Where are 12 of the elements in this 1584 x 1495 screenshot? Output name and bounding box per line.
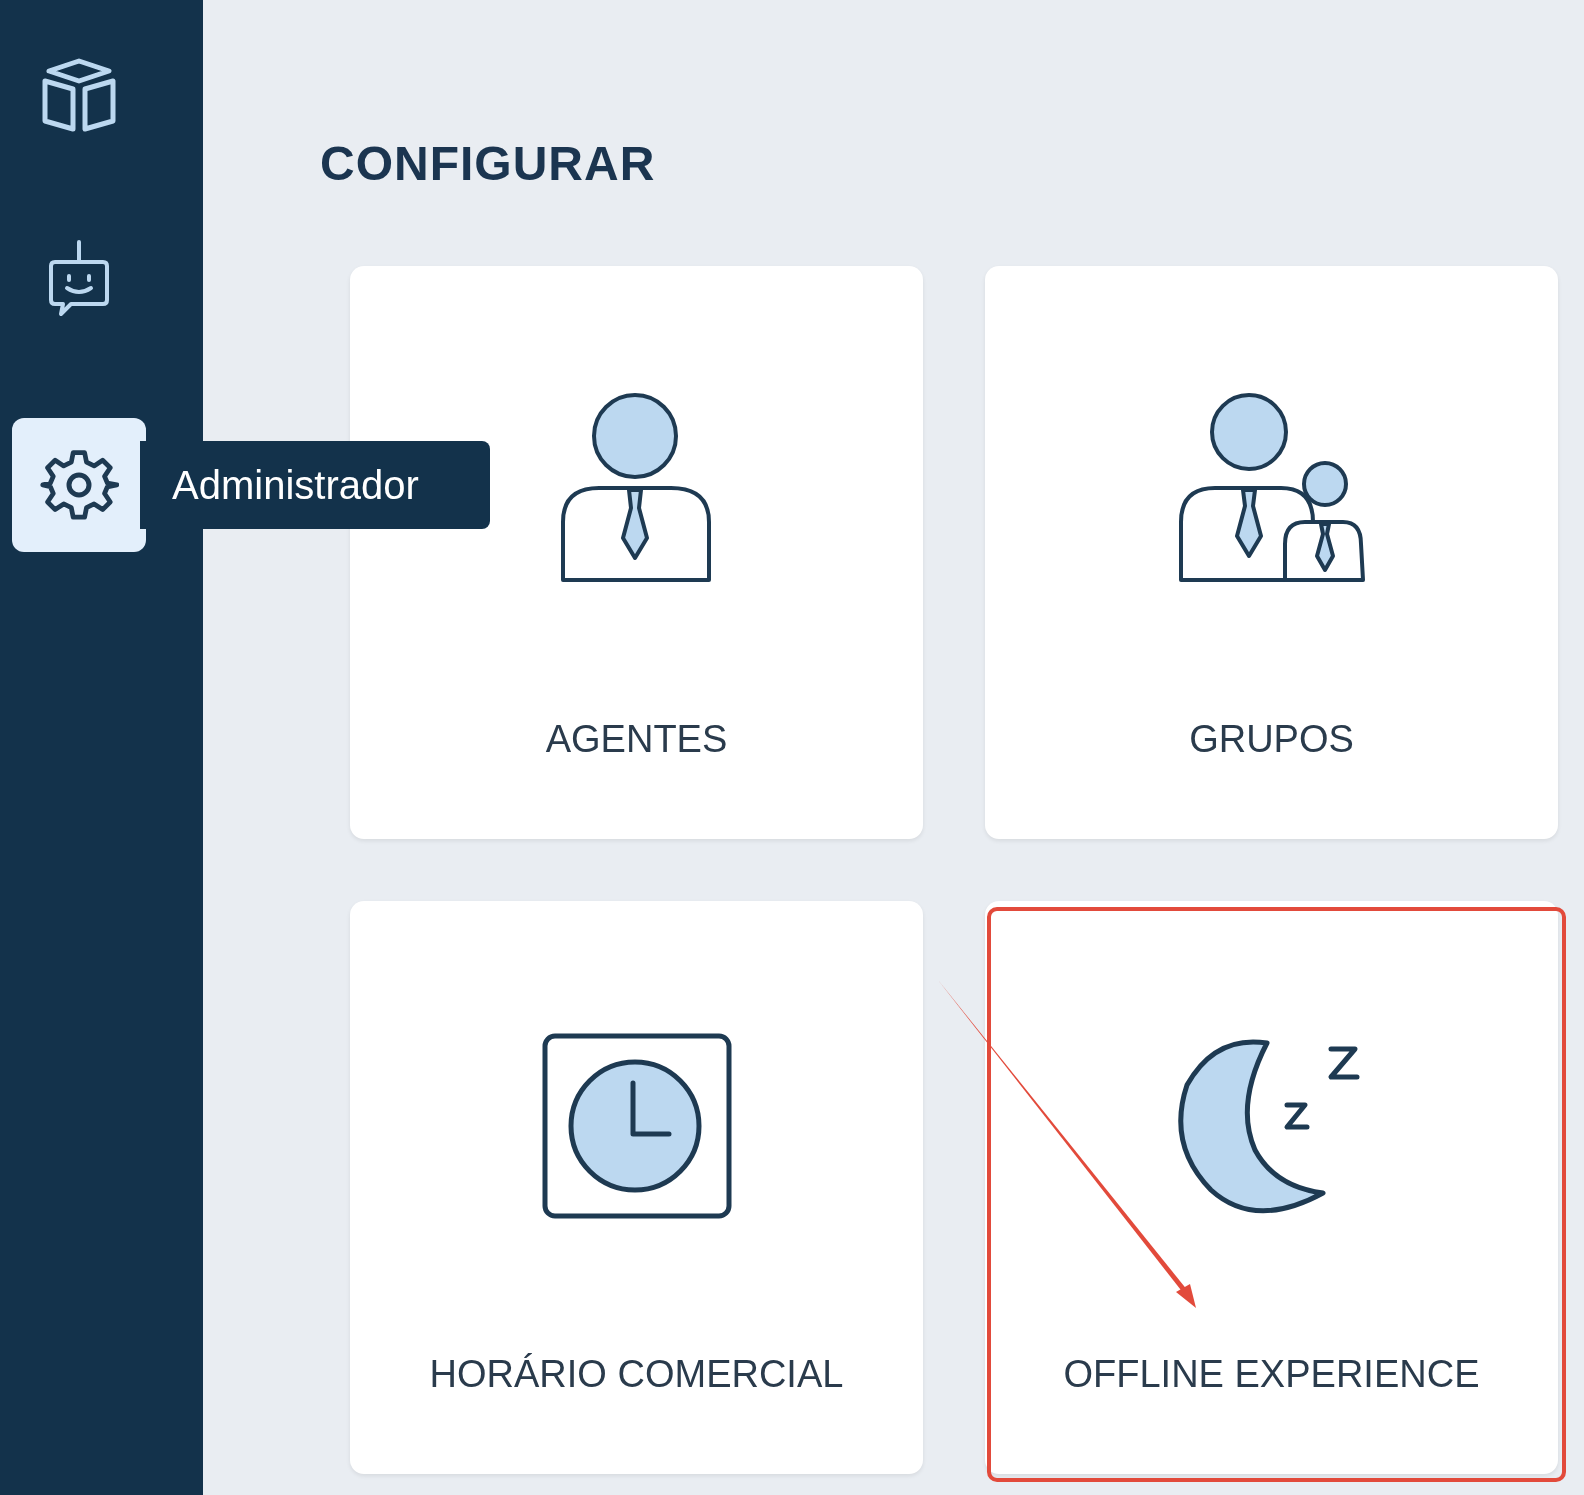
card-label: HORÁRIO COMERCIAL <box>429 1353 844 1396</box>
page-title: CONFIGURAR <box>320 136 657 191</box>
sidebar-item[interactable] <box>12 418 146 552</box>
card-label: AGENTES <box>545 718 728 761</box>
chatbot-icon <box>47 238 111 318</box>
settings-card[interactable]: GRUPOS <box>985 266 1558 839</box>
clock-icon <box>541 1033 732 1219</box>
group-icon <box>1176 392 1367 584</box>
tooltip: Administrador <box>140 441 490 529</box>
settings-card[interactable]: HORÁRIO COMERCIAL <box>350 901 923 1474</box>
card-label: GRUPOS <box>1189 718 1354 761</box>
card-label: OFFLINE EXPERIENCE <box>1063 1353 1480 1396</box>
